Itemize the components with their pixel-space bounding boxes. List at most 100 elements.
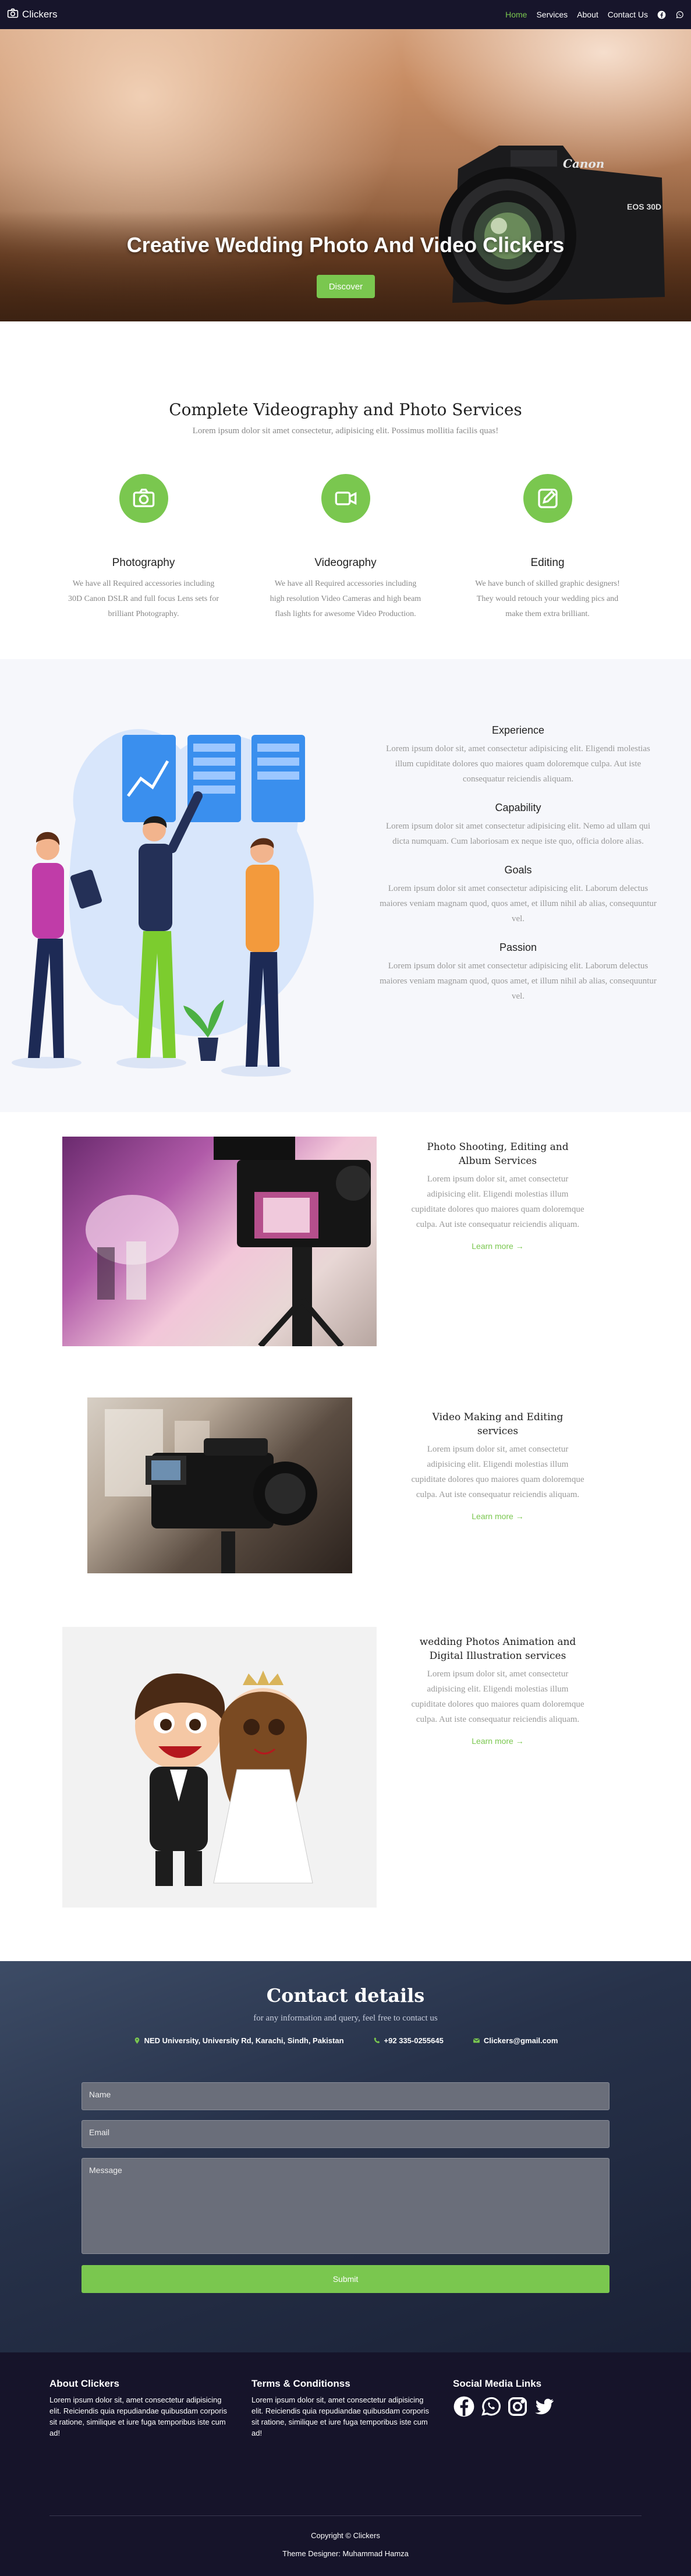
portfolio-text: Video Making and Editing services Lorem … <box>410 1410 585 1522</box>
contact-phone: +92 335-0255645 <box>373 2036 444 2045</box>
feature-text: Lorem ipsum dolor sit amet consectetur a… <box>380 961 657 1001</box>
name-input[interactable]: Name <box>81 2082 610 2110</box>
footer-social: Social Media Links <box>453 2378 633 2421</box>
arrow-right-icon: → <box>515 1241 524 1251</box>
contact-form: Name Email Message Submit <box>81 2082 610 2293</box>
theme-designer: Theme Designer: Muhammad Hamza <box>282 2549 409 2558</box>
portfolio-title: wedding Photos Animation and Digital Ill… <box>419 1636 576 1662</box>
feature-passion: Passion Lorem ipsum dolor sit amet conse… <box>378 942 658 1004</box>
contact-address: NED University, University Rd, Karachi, … <box>133 2036 344 2045</box>
navbar: Clickers Home Services About Contact Us <box>0 0 691 29</box>
portfolio-description: Lorem ipsum dolor sit, amet consectetur … <box>411 1669 584 1724</box>
submit-button[interactable]: Submit <box>81 2265 610 2293</box>
whatsapp-icon[interactable] <box>480 2395 502 2421</box>
copyright: Copyright © Clickers <box>311 2531 380 2540</box>
hero-title: Creative Wedding Photo And Video Clicker… <box>126 233 565 257</box>
contact-section: Contact details for any information and … <box>0 1961 691 2352</box>
facebook-icon[interactable] <box>453 2395 475 2421</box>
camera-icon <box>119 474 168 523</box>
contact-email: Clickers@gmail.com <box>473 2036 558 2045</box>
footer-about: About Clickers Lorem ipsum dolor sit, am… <box>49 2378 230 2439</box>
portfolio-item-video-making: Video Making and Editing services Lorem … <box>0 1380 691 1607</box>
nav-link-contact[interactable]: Contact Us <box>608 10 648 19</box>
service-text: We have all Required accessories includi… <box>270 579 421 618</box>
email-input[interactable]: Email <box>81 2120 610 2148</box>
video-camera-image <box>87 1397 352 1573</box>
footer: About Clickers Lorem ipsum dolor sit, am… <box>0 2352 691 2576</box>
feature-text: Lorem ipsum dolor sit amet consectetur a… <box>380 884 657 923</box>
camera-model: EOS 30D <box>627 202 661 211</box>
service-card-editing: Editing We have bunch of skilled graphic… <box>447 474 649 622</box>
portfolio-text: Photo Shooting, Editing and Album Servic… <box>410 1140 585 1252</box>
footer-divider <box>49 2515 642 2516</box>
feature-experience: Experience Lorem ipsum dolor sit, amet c… <box>378 724 658 787</box>
feature-title: Capability <box>495 802 541 813</box>
footer-social-title: Social Media Links <box>453 2378 542 2389</box>
about-section: Experience Lorem ipsum dolor sit, amet c… <box>0 659 691 1112</box>
brand-name: Clickers <box>22 9 58 20</box>
twitter-icon[interactable] <box>533 2395 555 2421</box>
contact-subtitle: for any information and query, feel free… <box>253 2014 438 2023</box>
portfolio-description: Lorem ipsum dolor sit, amet consectetur … <box>411 1174 584 1229</box>
service-card-photography: Photography We have all Required accesso… <box>42 474 244 622</box>
nav-link-home[interactable]: Home <box>505 10 527 19</box>
footer-terms-title: Terms & Conditionss <box>251 2378 350 2389</box>
discover-button[interactable]: Discover <box>317 275 375 298</box>
brand[interactable]: Clickers <box>7 8 57 22</box>
service-text: We have all Required accessories includi… <box>68 579 219 618</box>
nav-menu: Home Services About Contact Us <box>505 10 684 19</box>
nav-link-about[interactable]: About <box>577 10 598 19</box>
arrow-right-icon: → <box>515 1512 524 1521</box>
portfolio-title: Photo Shooting, Editing and Album Servic… <box>427 1141 569 1167</box>
facebook-icon[interactable] <box>657 10 666 19</box>
phone-icon <box>374 2037 380 2043</box>
hero: Canon EOS 30D Creative Wedding Photo And… <box>0 0 691 321</box>
contact-title: Contact details <box>266 1984 425 2007</box>
feature-capability: Capability Lorem ipsum dolor sit amet co… <box>378 802 658 849</box>
team-dashboard-illustration <box>12 729 314 1077</box>
arrow-right-icon: → <box>515 1736 524 1746</box>
social-links <box>453 2395 633 2421</box>
camera-icon <box>7 8 19 22</box>
edit-icon <box>523 474 572 523</box>
learn-more-link[interactable]: Learn more → <box>472 1241 523 1251</box>
about-features: Experience Lorem ipsum dolor sit, amet c… <box>378 724 658 1019</box>
feature-goals: Goals Lorem ipsum dolor sit amet consect… <box>378 864 658 926</box>
wedding-photo-shoot-image <box>62 1137 377 1346</box>
portfolio-description: Lorem ipsum dolor sit, amet consectetur … <box>411 1445 584 1499</box>
footer-about-text: Lorem ipsum dolor sit, amet consectetur … <box>49 2395 227 2437</box>
contact-info: NED University, University Rd, Karachi, … <box>0 2036 691 2045</box>
portfolio-title: Video Making and Editing services <box>432 1411 564 1437</box>
feature-title: Goals <box>504 864 532 876</box>
footer-terms: Terms & Conditionss Lorem ipsum dolor si… <box>251 2378 432 2439</box>
footer-about-title: About Clickers <box>49 2378 119 2389</box>
feature-title: Experience <box>491 724 545 736</box>
services-row: Photography We have all Required accesso… <box>0 474 691 622</box>
mail-icon <box>473 2038 480 2043</box>
instagram-icon[interactable] <box>506 2395 529 2421</box>
footer-terms-text: Lorem ipsum dolor sit, amet consectetur … <box>251 2395 429 2437</box>
service-title: Photography <box>112 557 175 569</box>
learn-more-link[interactable]: Learn more → <box>472 1512 523 1521</box>
video-camera-icon <box>321 474 370 523</box>
dslr-camera-image: Canon EOS 30D <box>439 146 665 305</box>
service-title: Editing <box>530 557 565 569</box>
feature-title: Passion <box>499 942 537 953</box>
services-section: Complete Videography and Photo Services … <box>0 321 691 659</box>
services-title: Complete Videography and Photo Services <box>169 400 522 419</box>
learn-more-link[interactable]: Learn more → <box>472 1736 523 1746</box>
service-title: Videography <box>314 557 377 569</box>
portfolio-text: wedding Photos Animation and Digital Ill… <box>410 1635 585 1747</box>
portfolio-item-photo-shooting: Photo Shooting, Editing and Album Servic… <box>0 1112 691 1380</box>
whatsapp-icon[interactable] <box>675 10 684 19</box>
location-icon <box>134 2037 139 2044</box>
feature-text: Lorem ipsum dolor sit amet consectetur a… <box>385 822 651 846</box>
message-textarea[interactable]: Message <box>81 2158 610 2254</box>
portfolio-item-animation: wedding Photos Animation and Digital Ill… <box>0 1607 691 1961</box>
services-subtitle: Lorem ipsum dolor sit amet consectetur, … <box>192 426 499 436</box>
cartoon-couple-image <box>62 1627 377 1908</box>
nav-link-services[interactable]: Services <box>536 10 568 19</box>
feature-text: Lorem ipsum dolor sit, amet consectetur … <box>386 744 650 784</box>
camera-brand: Canon <box>563 157 604 171</box>
service-card-videography: Videography We have all Required accesso… <box>244 474 447 622</box>
